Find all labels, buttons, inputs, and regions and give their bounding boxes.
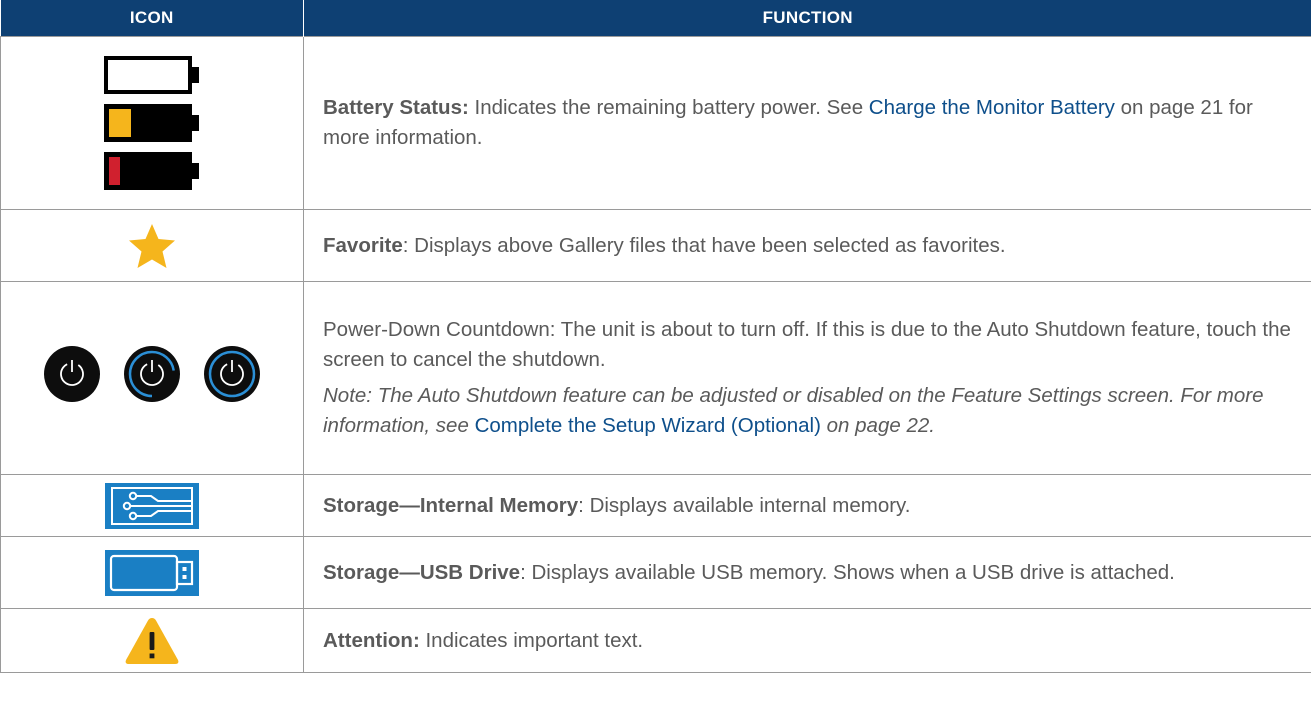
function-cell-battery: Battery Status: Indicates the remaining …: [303, 36, 1311, 210]
favorite-text: : Displays above Gallery files that have…: [402, 233, 1006, 257]
circuit-memory-icon: [105, 482, 199, 529]
icon-cell-favorite: [0, 209, 304, 282]
icon-column-header: ICON: [0, 0, 304, 37]
icon-cell-battery: [0, 36, 304, 210]
table-row-favorite: Favorite: Displays above Gallery files t…: [0, 209, 1311, 282]
battery-status-label: Battery Status:: [323, 96, 469, 119]
favorite-label: Favorite: [323, 233, 403, 257]
icon-cell-internal-memory: [0, 474, 304, 537]
charge-battery-link[interactable]: Charge the Monitor Battery: [869, 96, 1115, 119]
power-countdown-icon: [44, 345, 100, 402]
icon-cell-usb-drive: [0, 536, 304, 609]
battery-status-text: Indicates the remaining battery power. S…: [468, 96, 869, 119]
battery-empty-icon: [104, 56, 199, 94]
icon-function-table: ICON FUNCTION Battery Status: Indicates …: [0, 0, 1311, 673]
setup-wizard-link[interactable]: Complete the Setup Wizard (Optional): [475, 414, 821, 437]
function-cell-usb-drive: Storage—USB Drive: Displays available US…: [303, 536, 1311, 609]
internal-memory-label: Storage—Internal Memory: [323, 493, 579, 517]
table-row-attention: Attention: Indicates important text.: [0, 608, 1311, 673]
power-countdown-icon: [124, 345, 180, 402]
header-row: ICON FUNCTION: [0, 0, 1311, 37]
usb-drive-icon: [105, 549, 199, 596]
icon-cell-power-down: [0, 281, 304, 475]
function-cell-favorite: Favorite: Displays above Gallery files t…: [303, 209, 1311, 282]
table-row-usb-drive: Storage—USB Drive: Displays available US…: [0, 536, 1311, 609]
star-icon: [129, 223, 175, 268]
attention-label: Attention:: [323, 628, 420, 652]
table-row-battery: Battery Status: Indicates the remaining …: [0, 36, 1311, 210]
warning-icon: [125, 617, 179, 664]
power-down-note-after: on page 22.: [820, 414, 935, 437]
power-down-text: Power-Down Countdown: The unit is about …: [323, 318, 1291, 371]
icon-cell-attention: [0, 608, 304, 673]
battery-low-icon: [104, 104, 199, 142]
table-row-internal-memory: Storage—Internal Memory: Displays availa…: [0, 474, 1311, 537]
function-column-header: FUNCTION: [303, 0, 1311, 37]
function-cell-internal-memory: Storage—Internal Memory: Displays availa…: [303, 474, 1311, 537]
usb-drive-text: : Displays available USB memory. Shows w…: [520, 560, 1175, 584]
usb-drive-label: Storage—USB Drive: [323, 560, 521, 584]
internal-memory-text: : Displays available internal memory.: [578, 493, 911, 517]
table-row-power-down: Power-Down Countdown: The unit is about …: [0, 281, 1311, 475]
battery-critical-icon: [104, 152, 199, 190]
function-cell-power-down: Power-Down Countdown: The unit is about …: [303, 281, 1311, 475]
function-cell-attention: Attention: Indicates important text.: [303, 608, 1311, 673]
attention-text: Indicates important text.: [419, 628, 644, 652]
power-countdown-icon: [204, 345, 260, 402]
